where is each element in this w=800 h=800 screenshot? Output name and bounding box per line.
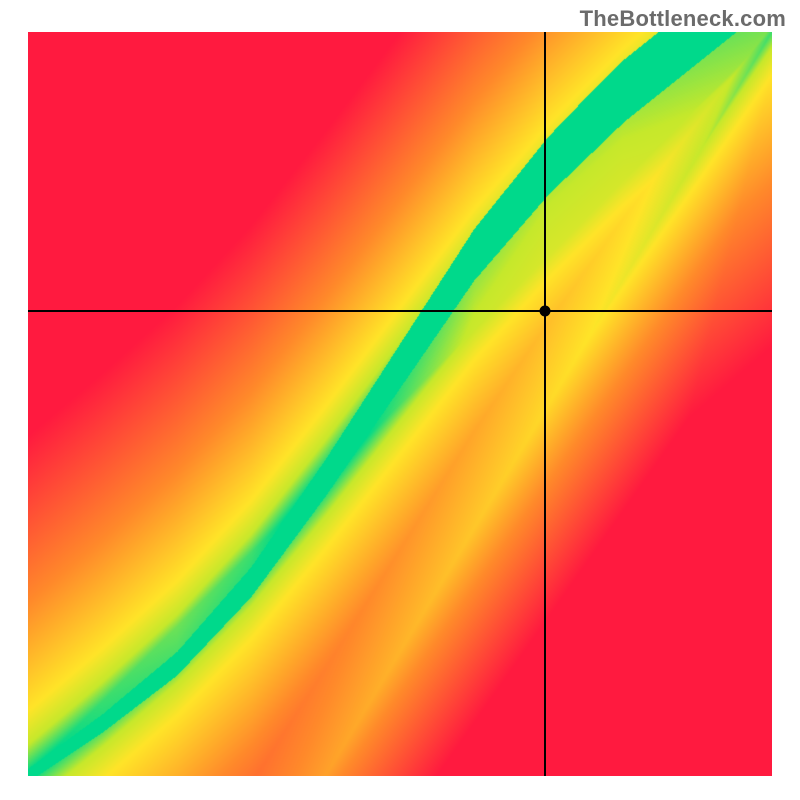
crosshair-horizontal bbox=[28, 310, 772, 311]
crosshair-marker bbox=[540, 306, 551, 317]
heatmap-plot bbox=[28, 32, 772, 776]
crosshair-vertical bbox=[544, 32, 545, 776]
watermark-text: TheBottleneck.com bbox=[580, 6, 786, 32]
heatmap-canvas bbox=[28, 32, 772, 776]
